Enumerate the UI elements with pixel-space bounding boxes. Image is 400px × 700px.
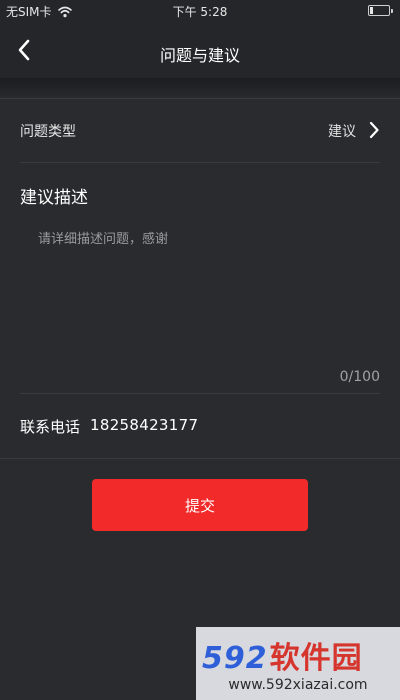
contact-phone-value[interactable]: 18258423177 [90,416,198,437]
status-time: 下午 5:28 [172,5,228,19]
watermark-logo: 592软件园 www.592xiazai.com [196,627,400,700]
navigation-bar: 问题与建议 [0,22,400,78]
battery-icon [368,5,393,16]
divider [20,393,380,394]
watermark-digits: 592 [202,641,268,676]
contact-phone-row: 联系电话 18258423177 [20,416,198,437]
contact-phone-label: 联系电话 [20,418,81,436]
character-counter: 0/100 [339,369,380,385]
watermark-logo-text: 592软件园 [202,633,363,677]
problem-type-label: 问题类型 [20,124,76,140]
divider [20,162,380,163]
description-textarea[interactable] [20,222,380,362]
chevron-right-icon [369,121,379,139]
page-title: 问题与建议 [159,46,240,65]
problem-type-selector[interactable]: 问题类型 建议 [0,99,400,161]
feedback-screen: 无SIM卡 下午 5:28 问题与建议 问题类型 建议 建议描述 请详细描述问题… [0,0,400,700]
watermark-name: 软件园 [269,641,363,676]
submit-button[interactable]: 提交 [92,479,308,531]
problem-type-value: 建议 [328,124,356,140]
status-bar: 无SIM卡 下午 5:28 [0,0,400,22]
divider [0,458,400,459]
nav-shadow [0,78,400,100]
watermark-url: www.592xiazai.com [228,677,368,693]
description-title: 建议描述 [20,188,88,208]
battery-level [370,7,373,14]
